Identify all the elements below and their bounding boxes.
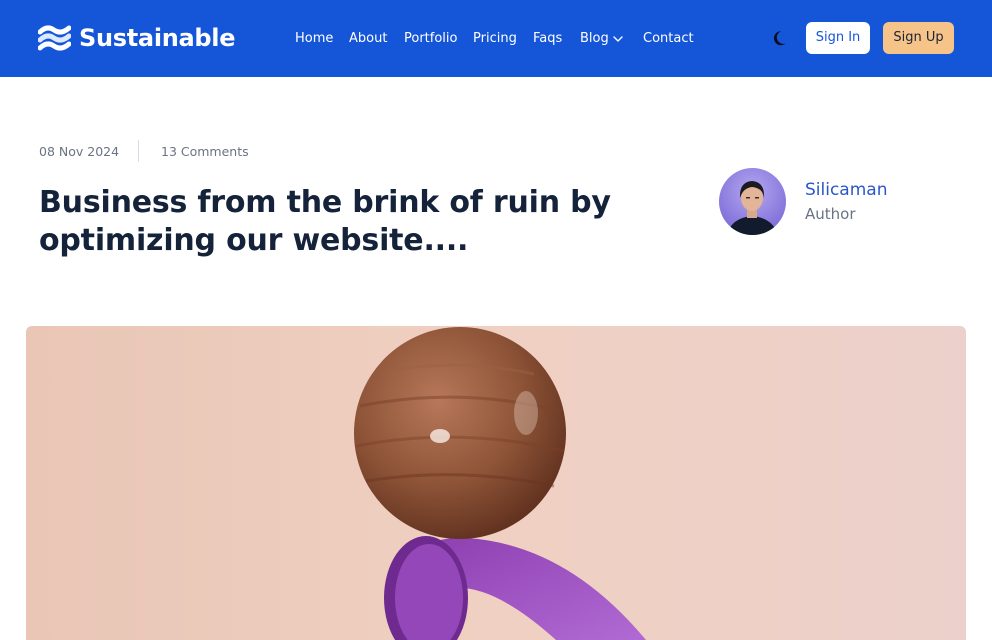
author-name-link[interactable]: Silicaman — [805, 179, 887, 201]
brand-name: Sustainable — [79, 24, 236, 52]
author-role: Author — [805, 205, 856, 223]
comments-count-link[interactable]: 13 Comments — [161, 143, 249, 161]
author-avatar[interactable] — [719, 168, 786, 235]
nav-item-home[interactable]: Home — [295, 29, 333, 49]
nav-item-faqs[interactable]: Faqs — [533, 29, 562, 49]
nav-item-portfolio[interactable]: Portfolio — [404, 29, 457, 49]
meta-divider — [138, 140, 139, 162]
brand-logo[interactable]: Sustainable — [38, 22, 236, 54]
nav-item-blog[interactable]: Blog — [580, 29, 623, 49]
author-portrait-image — [719, 168, 786, 235]
wave-stripes-icon — [38, 25, 71, 51]
balancing-sphere-illustration — [26, 326, 966, 640]
site-header: Sustainable Home About Portfolio Pricing… — [0, 0, 992, 77]
nav-item-about[interactable]: About — [349, 29, 387, 49]
nav-item-contact[interactable]: Contact — [643, 29, 694, 49]
post-date: 08 Nov 2024 — [39, 144, 120, 159]
sign-up-button[interactable]: Sign Up — [883, 22, 954, 54]
chevron-down-icon — [613, 35, 623, 42]
sign-in-button[interactable]: Sign In — [806, 22, 870, 54]
nav-item-pricing[interactable]: Pricing — [473, 29, 517, 49]
moon-icon[interactable] — [773, 29, 791, 47]
post-title: Business from the brink of ruin by optim… — [39, 185, 611, 258]
nav-item-blog-label: Blog — [580, 31, 609, 46]
post-hero-image — [26, 326, 966, 640]
